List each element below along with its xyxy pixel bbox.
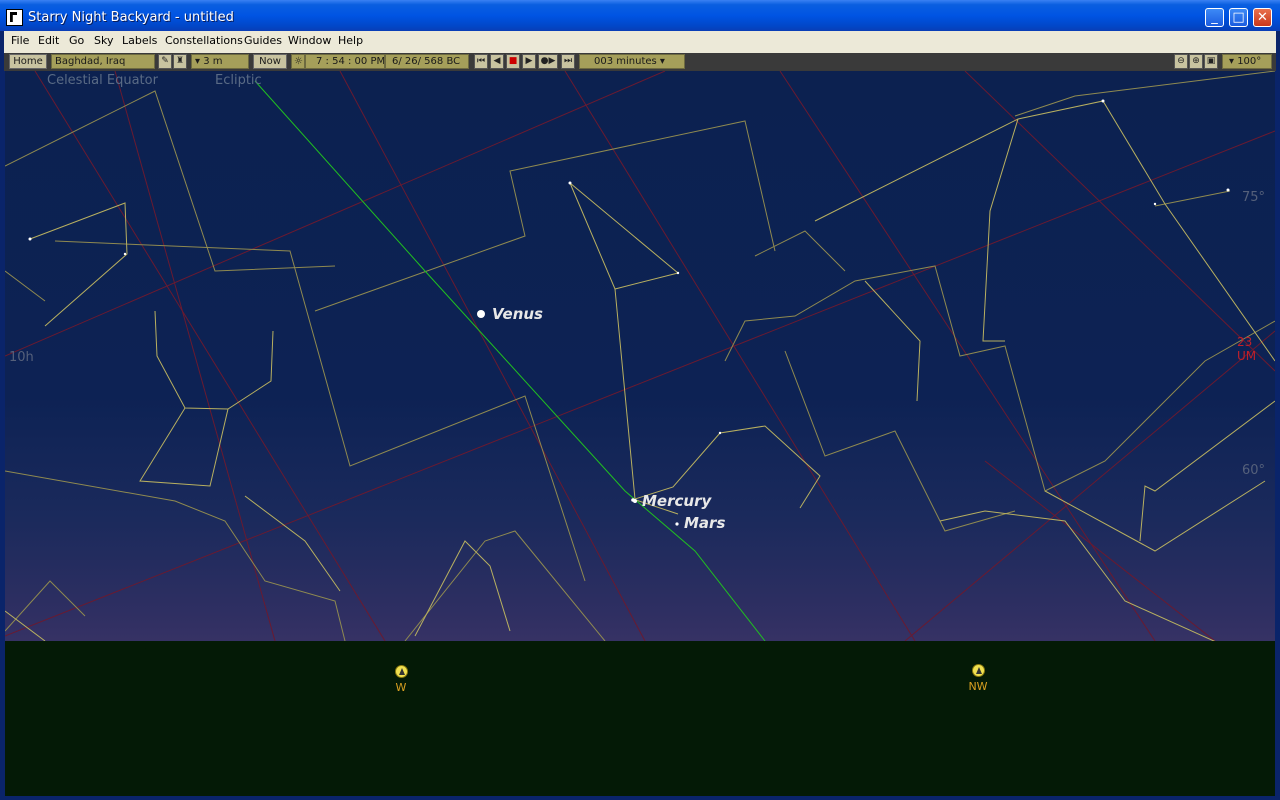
altitude-60-label: 60° <box>1242 463 1266 478</box>
play-fast-icon[interactable]: ●▶ <box>538 54 558 69</box>
location-field[interactable]: Baghdad, Iraq <box>51 54 155 69</box>
menu-constellations[interactable]: Constellations <box>165 34 243 47</box>
menu-bar: File Edit Go Sky Labels Constellations G… <box>4 31 1276 54</box>
compass-northwest-label: NW <box>968 680 988 693</box>
zoom-fit-icon[interactable]: ▣ <box>1204 54 1218 69</box>
toolbar: Home Baghdad, Iraq ✎ ♜ ▾ 3 m Now ☼ 7 : 5… <box>4 53 1276 71</box>
app-window: Starry Night Backyard - untitled _ □ ✕ F… <box>0 0 1280 800</box>
location-tool-icon[interactable]: ✎ <box>158 54 172 69</box>
time-field[interactable]: 7 : 54 : 00 PM <box>305 54 385 69</box>
mercury-marker[interactable] <box>633 499 637 503</box>
maximize-button[interactable]: □ <box>1229 8 1248 27</box>
grid-marker-label: 23 UM <box>1237 335 1257 363</box>
constellation-lines <box>5 100 1275 647</box>
app-icon[interactable] <box>6 9 23 26</box>
sun-icon[interactable]: ☼ <box>291 54 305 69</box>
close-button[interactable]: ✕ <box>1253 8 1272 27</box>
menu-file[interactable]: File <box>11 34 29 47</box>
menu-edit[interactable]: Edit <box>38 34 59 47</box>
coordinate-grid <box>5 71 1275 642</box>
stop-icon[interactable]: ■ <box>506 54 520 69</box>
step-back-icon[interactable]: ◀ <box>490 54 504 69</box>
mercury-label[interactable]: Mercury <box>642 492 711 510</box>
fov-dropdown[interactable]: ▾ 100° <box>1222 54 1272 69</box>
zoom-out-icon[interactable]: ⊖ <box>1174 54 1188 69</box>
zoom-in-icon[interactable]: ⊕ <box>1189 54 1203 69</box>
ecliptic-label: Ecliptic <box>215 73 262 88</box>
venus-marker[interactable] <box>477 310 485 318</box>
date-field[interactable]: 6/ 26/ 568 BC <box>385 54 469 69</box>
window-frame-bottom <box>0 796 1280 800</box>
menu-go[interactable]: Go <box>69 34 84 47</box>
menu-sky[interactable]: Sky <box>94 34 113 47</box>
mars-label[interactable]: Mars <box>684 514 725 532</box>
timestep-dropdown[interactable]: 003 minutes ▾ <box>579 54 685 69</box>
compass-marker-icon <box>971 664 985 677</box>
venus-label[interactable]: Venus <box>492 305 543 323</box>
compass-west[interactable]: W <box>386 665 416 694</box>
mars-marker[interactable] <box>675 522 679 526</box>
menu-guides[interactable]: Guides <box>244 34 282 47</box>
title-bar[interactable]: Starry Night Backyard - untitled _ □ ✕ <box>0 0 1280 31</box>
viewer-icon[interactable]: ♜ <box>173 54 187 69</box>
stars <box>28 99 1230 502</box>
menu-help[interactable]: Help <box>338 34 363 47</box>
menu-window[interactable]: Window <box>288 34 331 47</box>
compass-marker-icon <box>394 665 408 678</box>
altitude-75-label: 75° <box>1242 190 1266 205</box>
step-back-fast-icon[interactable]: ⏮ <box>474 54 488 69</box>
celestial-equator-label: Celestial Equator <box>47 73 158 88</box>
play-icon[interactable]: ▶ <box>522 54 536 69</box>
compass-west-label: W <box>395 681 407 694</box>
step-forward-icon[interactable]: ⏭ <box>561 54 575 69</box>
sky-view[interactable]: Celestial Equator Ecliptic 10h 75° 60° 2… <box>5 71 1275 796</box>
horizon-ground <box>5 641 1275 796</box>
elevation-dropdown[interactable]: ▾ 3 m <box>191 54 249 69</box>
window-title: Starry Night Backyard - untitled <box>28 10 234 25</box>
ecliptic-line <box>254 80 766 642</box>
menu-labels[interactable]: Labels <box>122 34 157 47</box>
minimize-button[interactable]: _ <box>1205 8 1224 27</box>
compass-northwest[interactable]: NW <box>963 664 993 693</box>
now-button[interactable]: Now <box>253 54 287 69</box>
home-button[interactable]: Home <box>9 54 47 69</box>
ra-10h-label: 10h <box>9 350 34 365</box>
